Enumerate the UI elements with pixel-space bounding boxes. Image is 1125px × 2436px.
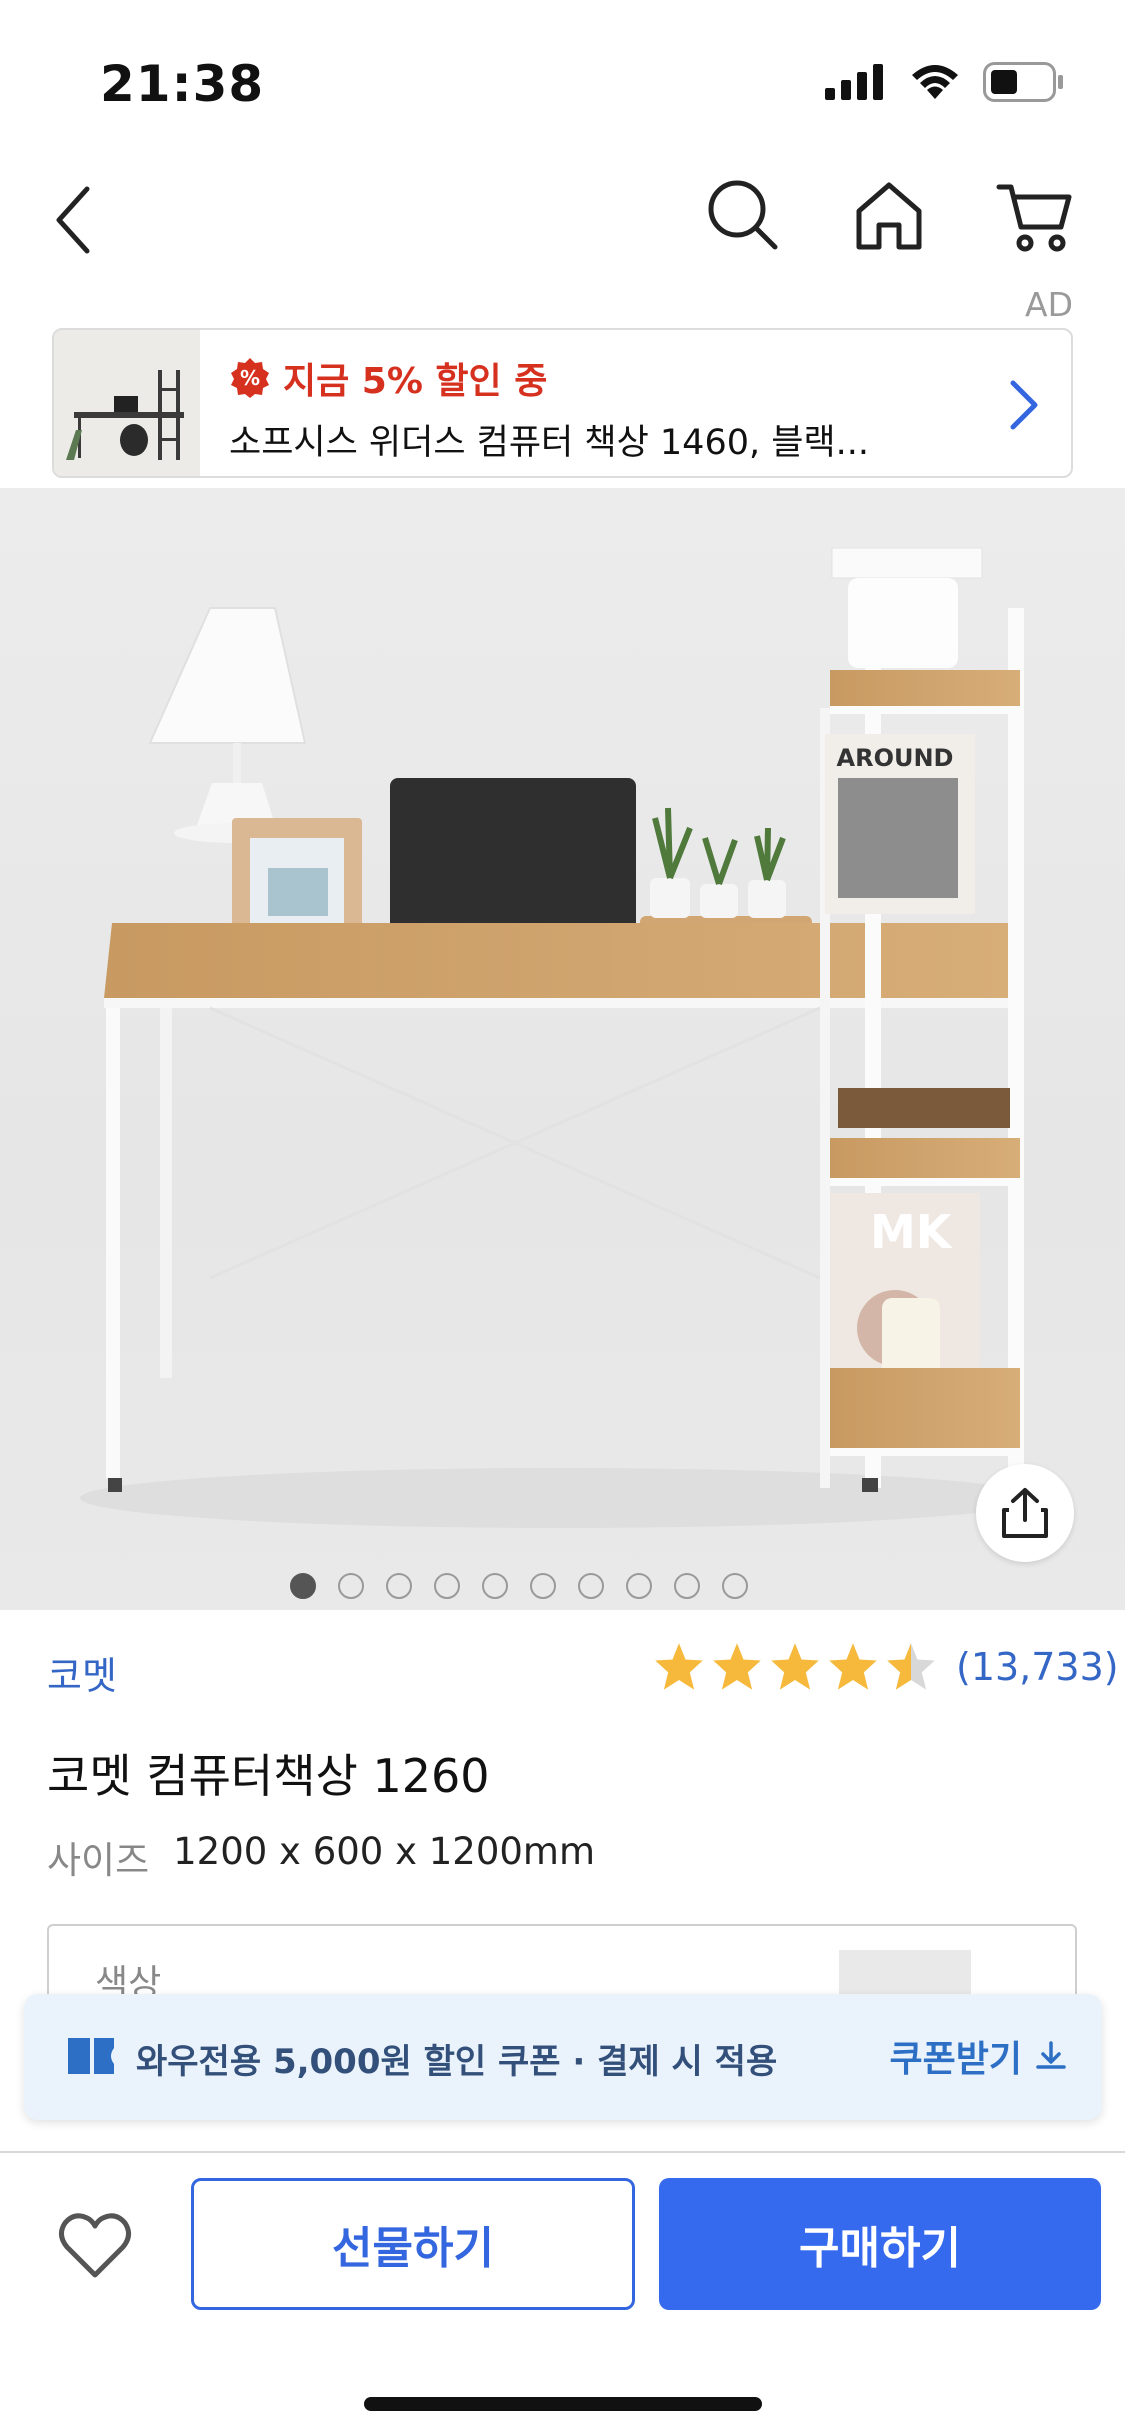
home-icon[interactable] (849, 175, 929, 255)
chevron-left-icon[interactable] (45, 175, 105, 265)
gallery-dot[interactable] (530, 1573, 556, 1599)
gallery-dot[interactable] (434, 1573, 460, 1599)
ad-thumbnail (54, 330, 200, 476)
ad-label: AD (1025, 285, 1073, 324)
gallery-dot[interactable] (722, 1573, 748, 1599)
gallery-dot[interactable] (482, 1573, 508, 1599)
share-icon (1002, 1488, 1048, 1538)
bottom-divider (0, 2151, 1125, 2153)
discount-badge: % 지금 5% 할인 중 (229, 352, 547, 404)
heart-icon[interactable] (55, 2205, 135, 2285)
coupon-text: 와우전용 5,000원 할인 쿠폰 · 결제 시 적용 (136, 2042, 778, 2082)
size-spec: 사이즈 1200 x 600 x 1200mm (47, 1830, 595, 1884)
svg-text:MK: MK (870, 1205, 954, 1259)
top-nav (0, 165, 1125, 275)
desk-illustration: AROUND MK (80, 547, 1040, 1528)
signal-icon (825, 64, 883, 100)
chevron-right-icon (1010, 380, 1038, 430)
star-icon (829, 1643, 877, 1690)
gallery-pagination[interactable] (0, 1573, 1125, 1603)
star-icon (655, 1643, 703, 1690)
star-icon (713, 1643, 761, 1690)
coupon-banner[interactable]: 와우전용 5,000원 할인 쿠폰 · 결제 시 적용 쿠폰받기 (24, 1994, 1102, 2120)
home-indicator (364, 2397, 762, 2411)
svg-text:AROUND: AROUND (837, 744, 954, 772)
gallery-dot[interactable] (578, 1573, 604, 1599)
gift-button[interactable]: 선물하기 (191, 2178, 635, 2310)
discount-text: 지금 5% 할인 중 (283, 361, 548, 402)
search-icon[interactable] (703, 175, 783, 255)
gallery-dot[interactable] (338, 1573, 364, 1599)
wifi-icon (912, 65, 958, 99)
status-icons (825, 62, 1065, 102)
spec-value: 1200 x 600 x 1200mm (173, 1830, 595, 1873)
battery-icon (983, 62, 1063, 102)
coupon-icon (68, 2038, 114, 2074)
status-bar: 21:38 (0, 0, 1125, 150)
star-icon (771, 1643, 819, 1690)
gallery-dot[interactable] (674, 1573, 700, 1599)
status-time: 21:38 (100, 55, 265, 113)
get-coupon-button[interactable]: 쿠폰받기 (890, 2030, 1068, 2082)
brand-link[interactable]: 코멧 (47, 1645, 117, 1700)
gallery-dot[interactable] (290, 1573, 316, 1599)
spec-label: 사이즈 (47, 1839, 150, 1882)
product-image[interactable]: AROUND MK (0, 488, 1125, 1610)
share-button[interactable] (976, 1464, 1074, 1562)
svg-text:%: % (240, 366, 260, 390)
ad-title: 소프시스 위더스 컴퓨터 책상 1460, 블랙... (229, 423, 870, 463)
star-half-icon (887, 1643, 935, 1690)
gallery-dot[interactable] (626, 1573, 652, 1599)
ad-banner[interactable]: % 지금 5% 할인 중 소프시스 위더스 컴퓨터 책상 1460, 블랙... (52, 328, 1073, 478)
cart-icon[interactable] (995, 175, 1075, 255)
gallery-dot[interactable] (386, 1573, 412, 1599)
percent-icon: % (231, 358, 269, 398)
rating[interactable]: (13,733) (652, 1640, 1119, 1694)
buy-button[interactable]: 구매하기 (659, 2178, 1101, 2310)
nav-actions (703, 175, 1075, 255)
download-icon (1036, 2041, 1066, 2069)
get-coupon-label: 쿠폰받기 (889, 2039, 1022, 2080)
rating-count: (13,733) (956, 1645, 1119, 1689)
product-title: 코멧 컴퓨터책상 1260 (47, 1749, 490, 1803)
